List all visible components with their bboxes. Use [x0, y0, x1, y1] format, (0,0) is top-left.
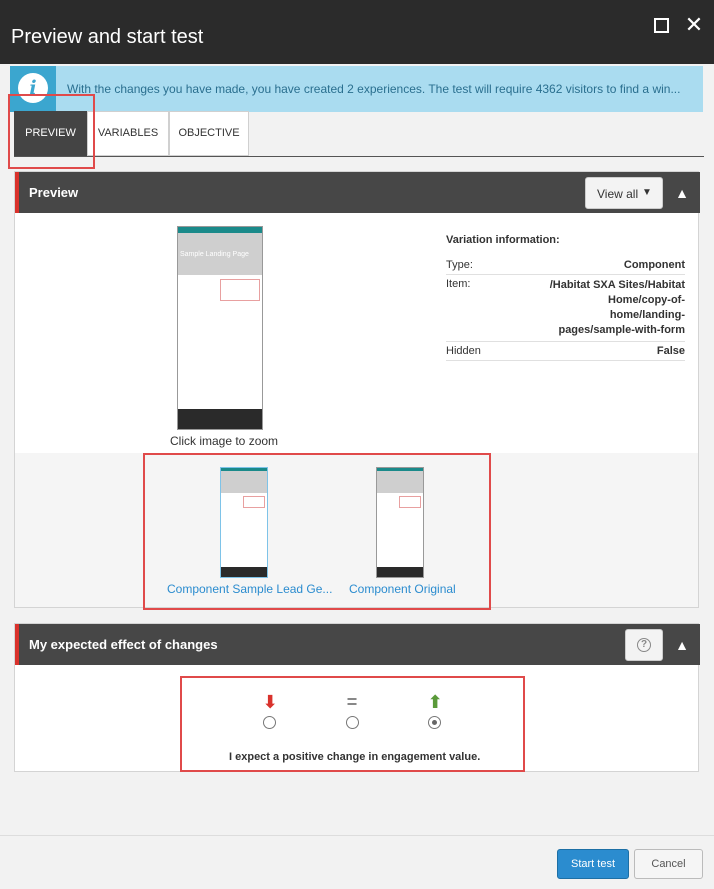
thumbnail-hero [377, 471, 423, 493]
maximize-icon[interactable] [654, 18, 669, 33]
info-banner: i With the changes you have made, you ha… [10, 66, 703, 112]
help-button[interactable]: ? [625, 629, 663, 661]
variation-key: Type: [446, 259, 473, 271]
thumbnail-hero [221, 471, 267, 493]
info-message: With the changes you have made, you have… [67, 82, 681, 96]
tab-variables[interactable]: VARIABLES [87, 111, 169, 156]
variation-row-type: Type: Component [446, 256, 685, 275]
arrow-up-icon: ⬆ [427, 692, 443, 712]
radio-negative[interactable] [263, 716, 276, 729]
view-all-label: View all [597, 187, 639, 201]
info-icon: i [10, 66, 56, 112]
dialog-footer: Start test Cancel [0, 835, 714, 889]
preview-panel-header: Preview View all ▼ ▲ [15, 172, 700, 213]
thumbnail-footer [377, 567, 423, 577]
variant-thumbnail-2[interactable] [376, 467, 424, 578]
start-test-button[interactable]: Start test [557, 849, 629, 879]
variation-row-item: Item: /Habitat SXA Sites/Habitat Home/co… [446, 275, 685, 342]
dialog-content: i With the changes you have made, you ha… [0, 64, 714, 835]
preview-panel: Preview View all ▼ ▲ Sample Landing Page… [14, 171, 700, 608]
variation-row-hidden: Hidden False [446, 342, 685, 361]
variant-thumbnail-1[interactable] [220, 467, 268, 578]
thumbnail-footer [221, 567, 267, 577]
info-icon-glyph: i [18, 73, 48, 103]
radio-neutral[interactable] [346, 716, 359, 729]
dialog-title: Preview and start test [11, 26, 204, 48]
variation-info: Variation information: Type: Component I… [446, 234, 685, 361]
variant-caption-1[interactable]: Component Sample Lead Ge... [167, 582, 332, 596]
variation-key: Hidden [446, 345, 481, 357]
title-bar: Preview and start test ✕ [0, 0, 714, 64]
tab-preview[interactable]: PREVIEW [14, 111, 87, 156]
zoom-caption: Click image to zoom [170, 434, 279, 448]
arrow-down-icon: ⬇ [262, 692, 278, 712]
collapse-icon[interactable]: ▲ [673, 636, 691, 654]
tab-objective[interactable]: OBJECTIVE [169, 111, 249, 156]
preview-panel-title: Preview [29, 185, 79, 200]
variation-value: /Habitat SXA Sites/Habitat Home/copy-of-… [549, 279, 685, 336]
variation-value: False [656, 345, 685, 357]
thumbnail-form [399, 496, 421, 508]
variation-info-heading: Variation information: [446, 234, 560, 246]
effect-panel: My expected effect of changes ? ▲ ⬇ = ⬆ … [14, 623, 700, 772]
equals-icon: = [346, 692, 358, 712]
variation-key: Item: [446, 278, 471, 290]
effect-panel-header: My expected effect of changes ? ▲ [15, 624, 700, 665]
dropdown-arrow-icon: ▼ [642, 187, 652, 198]
thumbnail-form [243, 496, 265, 508]
variant-caption-2[interactable]: Component Original [349, 582, 456, 596]
help-icon: ? [637, 638, 651, 652]
view-all-button[interactable]: View all ▼ [585, 177, 663, 209]
collapse-icon[interactable]: ▲ [673, 184, 691, 202]
effect-panel-title: My expected effect of changes [29, 637, 218, 652]
preview-thumbnail[interactable]: Sample Landing Page [177, 226, 263, 430]
variation-value: Component [623, 259, 685, 271]
cancel-button[interactable]: Cancel [634, 849, 703, 879]
thumbnail-hero-text: Sample Landing Page [180, 251, 249, 258]
tab-divider [14, 156, 704, 157]
variants-strip: Component Sample Lead Ge... Component Or… [15, 453, 698, 607]
effect-options: ⬇ = ⬆ I expect a positive change in enga… [15, 665, 698, 771]
radio-positive[interactable] [428, 716, 441, 729]
expectation-text: I expect a positive change in engagement… [229, 751, 481, 763]
close-icon[interactable]: ✕ [684, 14, 704, 36]
thumbnail-footer [178, 409, 262, 429]
thumbnail-form [220, 279, 260, 301]
